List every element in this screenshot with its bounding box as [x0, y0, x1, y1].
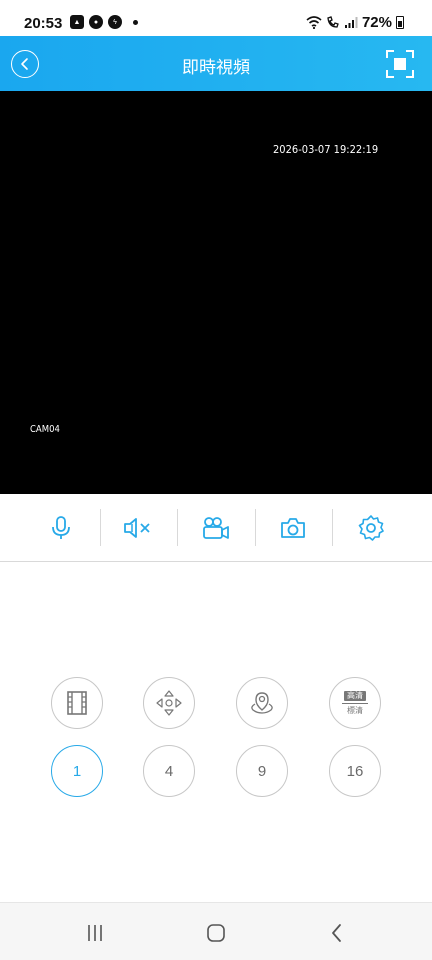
- fisheye-button[interactable]: [236, 677, 288, 729]
- split-1-label: 1: [72, 762, 82, 780]
- page-title: 即時視頻: [182, 58, 250, 77]
- split-1-button[interactable]: 1: [51, 745, 103, 797]
- status-time: 20:53: [24, 15, 63, 32]
- ptz-button[interactable]: [143, 677, 195, 729]
- microphone-button[interactable]: [22, 494, 100, 562]
- system-back-button[interactable]: [322, 921, 352, 945]
- playback-film-icon: [67, 691, 87, 715]
- signal-icon: [344, 17, 358, 28]
- system-nav-bar: [0, 902, 432, 960]
- recent-apps-button[interactable]: [80, 921, 110, 945]
- home-button[interactable]: [201, 921, 231, 945]
- snapshot-button[interactable]: [254, 494, 333, 562]
- gallery-icon: ▲: [70, 15, 84, 29]
- settings-button[interactable]: [332, 494, 410, 562]
- more-notifications-icon: [133, 19, 138, 25]
- fullscreen-icon[interactable]: [385, 49, 415, 79]
- home-icon: [207, 924, 225, 942]
- system-status: 72%: [306, 14, 404, 31]
- split-9-button[interactable]: 9: [236, 745, 288, 797]
- video-record-icon: [202, 516, 229, 539]
- video-timestamp: 2026-03-07 19:22:19: [273, 143, 379, 156]
- screen: 20:53 ▲ ● ϟ 72% 即時視頻 2026-03-07 19:22:19…: [0, 0, 432, 960]
- video-toolbar: [0, 494, 432, 562]
- split-16-button[interactable]: 16: [329, 745, 381, 797]
- split-4-button[interactable]: 4: [143, 745, 195, 797]
- fisheye-camera-icon: [251, 692, 273, 714]
- back-icon: [332, 924, 341, 942]
- wifi-call-icon: [327, 16, 339, 28]
- line-icon: ●: [89, 15, 103, 29]
- camera-snapshot-icon: [281, 517, 306, 538]
- playback-button[interactable]: [51, 677, 103, 729]
- quality-icon: 高清 標清: [342, 690, 368, 716]
- ptz-direction-icon: [156, 690, 182, 716]
- record-button[interactable]: [177, 494, 255, 562]
- quality-button[interactable]: 高清 標清: [329, 677, 381, 729]
- wifi-icon: [306, 16, 322, 29]
- quality-sd-label: 標清: [347, 705, 363, 715]
- messenger-icon: ϟ: [108, 15, 122, 29]
- settings-gear-icon: [358, 514, 384, 541]
- camera-label: CAM04: [30, 424, 60, 435]
- speaker-mute-icon: [124, 517, 150, 538]
- battery-percent: 72%: [361, 14, 392, 31]
- status-bar: 20:53 ▲ ● ϟ 72%: [0, 0, 432, 36]
- video-player[interactable]: 2026-03-07 19:22:19 CAM04: [0, 91, 432, 494]
- split-16-label: 16: [346, 762, 364, 780]
- speaker-mute-button[interactable]: [99, 494, 178, 562]
- split-4-label: 4: [164, 762, 174, 780]
- battery-icon: [396, 16, 404, 29]
- recent-apps-icon: [88, 925, 102, 941]
- quality-divider: [342, 702, 368, 704]
- notification-icons: ▲ ● ϟ: [70, 15, 138, 29]
- header-bar: 即時視頻: [0, 36, 432, 91]
- microphone-icon: [51, 515, 70, 539]
- split-9-label: 9: [257, 762, 267, 780]
- quality-hd-label: 高清: [344, 690, 366, 701]
